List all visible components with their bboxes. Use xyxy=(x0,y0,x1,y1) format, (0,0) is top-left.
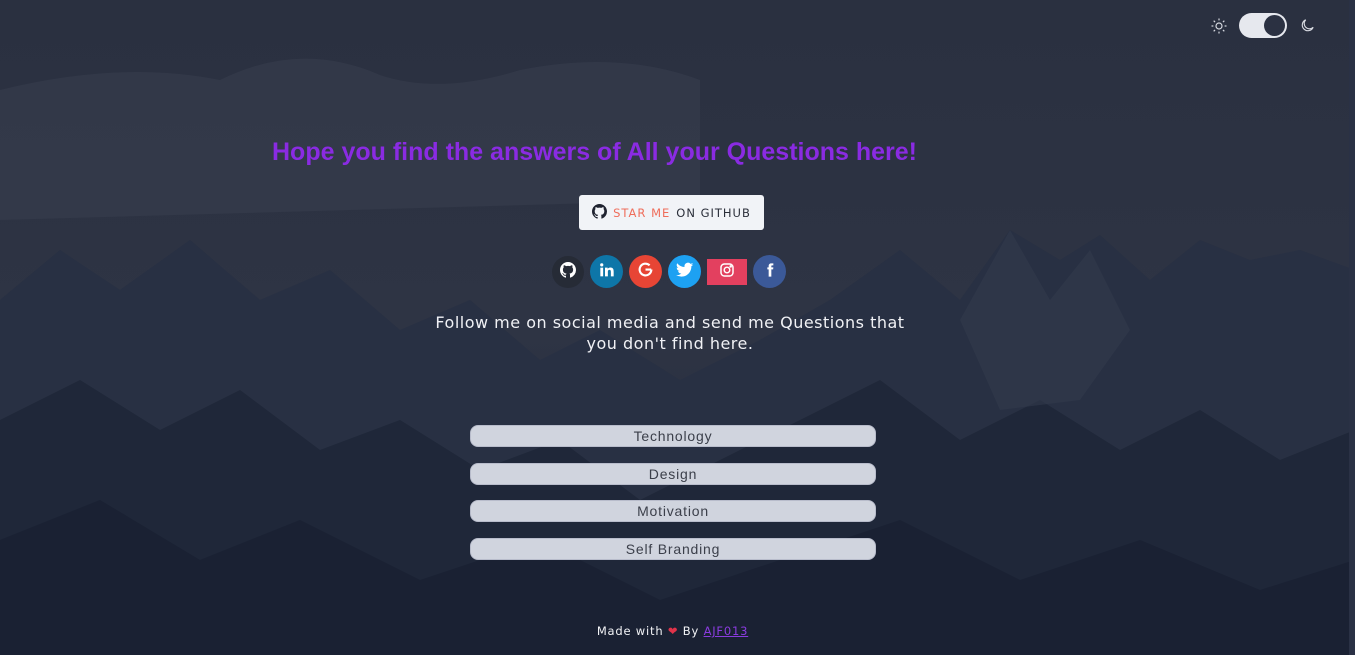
facebook-icon xyxy=(762,262,778,282)
github-icon xyxy=(592,203,608,222)
social-twitter-link[interactable] xyxy=(668,255,701,288)
social-linkedin-link[interactable] xyxy=(590,255,623,288)
topic-motivation-button[interactable]: Motivation xyxy=(470,500,876,523)
sun-icon[interactable] xyxy=(1209,16,1229,36)
google-icon xyxy=(637,261,654,282)
page-footer: Made with ❤ By AJF013 xyxy=(0,624,1345,638)
heart-icon: ❤ xyxy=(667,624,679,638)
on-github-text: ON GITHUB xyxy=(676,205,751,220)
follow-message: Follow me on social media and send me Qu… xyxy=(435,313,905,353)
topic-list: Technology Design Motivation Self Brandi… xyxy=(470,425,876,576)
github-icon xyxy=(560,261,576,282)
scrollbar-thumb[interactable] xyxy=(1349,0,1355,655)
author-link[interactable]: AJF013 xyxy=(704,624,749,638)
social-instagram-link[interactable] xyxy=(707,258,747,285)
social-github-link[interactable] xyxy=(552,255,584,288)
switch-knob xyxy=(1264,15,1285,36)
footer-made-with: Made with xyxy=(596,624,664,638)
star-on-github-button[interactable]: STAR ME ON GITHUB xyxy=(579,195,764,230)
linkedin-icon xyxy=(599,262,615,282)
twitter-icon xyxy=(675,261,694,283)
social-facebook-link[interactable] xyxy=(753,255,786,288)
main-content: Hope you find the answers of All your Qu… xyxy=(0,0,1355,655)
social-google-link[interactable] xyxy=(629,255,662,288)
social-links xyxy=(552,255,786,288)
topic-technology-button[interactable]: Technology xyxy=(470,425,876,447)
page-headline: Hope you find the answers of All your Qu… xyxy=(272,138,917,166)
topic-design-button[interactable]: Design xyxy=(470,462,876,485)
topic-self-branding-button[interactable]: Self Branding xyxy=(470,538,876,561)
dark-mode-switch[interactable] xyxy=(1239,13,1287,38)
star-me-text: STAR ME xyxy=(613,205,671,220)
theme-toggle-group xyxy=(1209,13,1317,38)
instagram-icon xyxy=(719,262,735,282)
moon-icon[interactable] xyxy=(1297,16,1317,36)
footer-by: By xyxy=(682,624,700,638)
